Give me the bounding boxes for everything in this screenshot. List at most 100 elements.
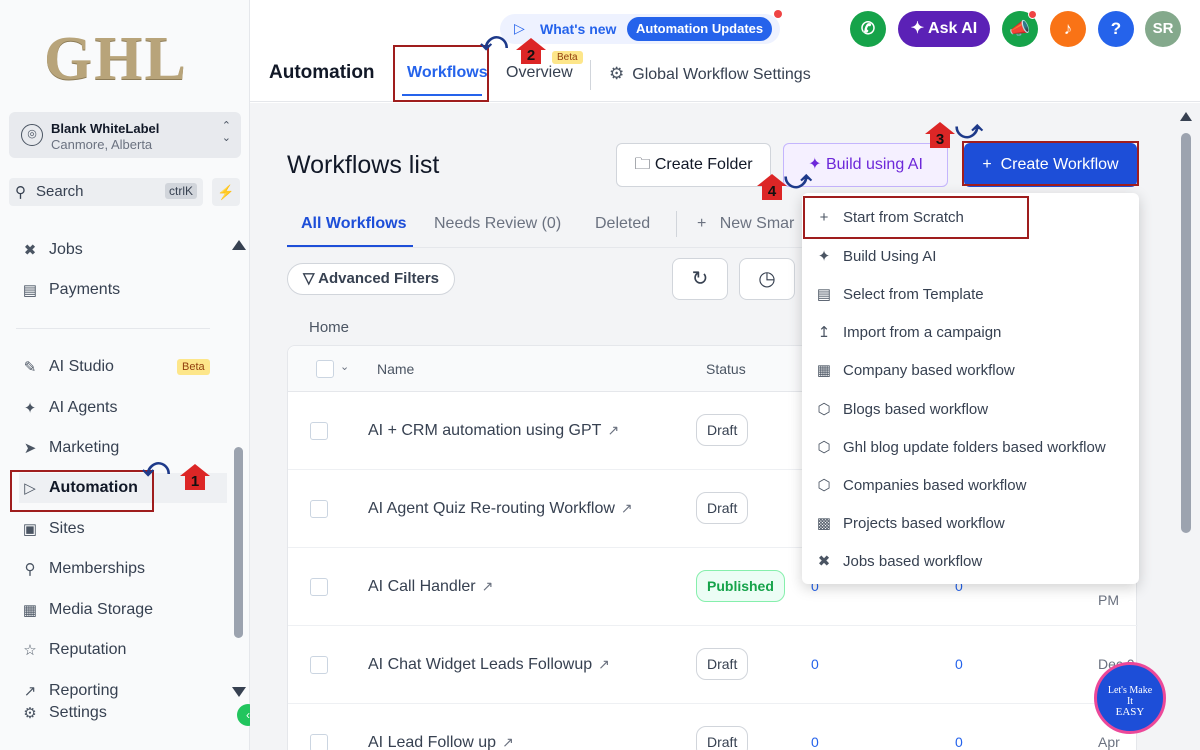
brand-logo[interactable]: GHL	[44, 24, 188, 95]
menu-item-projects-based[interactable]: ▩ Projects based workflow	[802, 504, 1139, 542]
cube-icon: ⬡	[817, 477, 831, 494]
create-folder-button[interactable]: 🗀 Create Folder	[616, 143, 771, 187]
sidebar-item-settings[interactable]: ⚙ Settings	[19, 698, 227, 728]
select-all-checkbox[interactable]	[316, 360, 334, 378]
step-number: 4	[762, 184, 782, 200]
breadcrumb-home[interactable]: Home	[309, 319, 349, 336]
highlight-automation	[10, 470, 154, 512]
account-switcher[interactable]: ◎ Blank WhiteLabel Canmore, Alberta ⌃ ⌄	[9, 112, 241, 158]
column-header-name[interactable]: Name	[377, 361, 414, 377]
building-icon: ▦	[816, 362, 832, 379]
advanced-filters-button[interactable]: ▽ Advanced Filters	[287, 263, 455, 295]
main-scrollbar[interactable]	[1181, 133, 1191, 533]
row-checkbox[interactable]	[310, 422, 328, 440]
search-icon: ⚲	[15, 184, 26, 201]
workflow-name[interactable]: AI Chat Widget Leads Followup ↗	[368, 656, 610, 674]
menu-item-select-from-template[interactable]: ▤ Select from Template	[802, 275, 1139, 313]
workflow-name-text: AI Agent Quiz Re-routing Workflow	[368, 500, 615, 517]
notification-dot	[1028, 10, 1037, 19]
menu-item-blogs-based[interactable]: ⬡ Blogs based workflow	[802, 390, 1139, 428]
sidebar-item-memberships[interactable]: ⚲ Memberships	[19, 554, 227, 584]
quick-action-bolt-icon[interactable]: ⚡	[212, 178, 240, 206]
main-scroll-up[interactable]	[1180, 112, 1192, 121]
sidebar-item-media-storage[interactable]: ▦ Media Storage	[19, 595, 227, 625]
workflow-name[interactable]: AI Lead Follow up ↗	[368, 734, 514, 750]
sidebar-item-sites[interactable]: ▣ Sites	[19, 514, 227, 544]
menu-item-import-from-campaign[interactable]: ↥ Import from a campaign	[802, 313, 1139, 351]
clock-icon[interactable]: ◷	[739, 258, 795, 300]
menu-item-label: Companies based workflow	[843, 476, 1027, 494]
sidebar-item-label: Media Storage	[49, 601, 154, 618]
chevron-down-icon[interactable]: ⌄	[340, 360, 349, 373]
global-settings-label: Global Workflow Settings	[632, 66, 811, 83]
menu-item-build-using-ai[interactable]: ✦ Build Using AI	[802, 237, 1139, 275]
row-checkbox[interactable]	[310, 734, 328, 750]
whats-new-label: What's new	[540, 21, 617, 37]
workflow-name[interactable]: AI Agent Quiz Re-routing Workflow ↗	[368, 500, 633, 518]
global-workflow-settings-link[interactable]: ⚙ Global Workflow Settings	[609, 64, 811, 84]
menu-item-jobs-based[interactable]: ✖ Jobs based workflow	[802, 542, 1139, 580]
sidebar-item-ai-agents[interactable]: ✦ AI Agents	[19, 393, 227, 423]
notification-dot	[774, 10, 782, 18]
workflow-name[interactable]: AI + CRM automation using GPT ↗	[368, 422, 619, 440]
sidebar-item-label: Marketing	[49, 439, 120, 456]
enrolled-count[interactable]: 0	[811, 734, 819, 750]
row-checkbox[interactable]	[310, 656, 328, 674]
new-smart-list-button[interactable]: + New Smar	[697, 215, 794, 233]
external-link-icon[interactable]: ↗	[598, 656, 610, 672]
advanced-filters-label: Advanced Filters	[318, 270, 440, 287]
menu-item-companies-based[interactable]: ⬡ Companies based workflow	[802, 466, 1139, 504]
tab-overview[interactable]: Overview	[506, 64, 573, 82]
status-badge: Draft	[696, 648, 749, 680]
enrolled-count[interactable]: 0	[811, 656, 819, 672]
step-marker-1: 1	[180, 464, 210, 490]
curved-arrow-icon: ⤺	[480, 26, 508, 56]
play-circle-icon: ▷	[514, 20, 525, 36]
highlight-workflows-tab	[393, 45, 489, 102]
table-row[interactable]: AI Lead Follow up ↗ Draft 0 0 Apr 23	[288, 704, 1138, 750]
sidebar-scroll-up[interactable]	[232, 240, 246, 250]
tab-needs-review[interactable]: Needs Review (0)	[434, 215, 561, 233]
table-row[interactable]: AI Chat Widget Leads Followup ↗ Draft 0 0…	[288, 626, 1138, 704]
sidebar-item-marketing[interactable]: ➤ Marketing	[19, 433, 227, 463]
sidebar-item-payments[interactable]: ▤ Payments	[19, 275, 227, 305]
location-icon: ◎	[21, 124, 43, 146]
memberships-icon: ⚲	[24, 561, 36, 578]
bell-icon[interactable]: ♪	[1050, 11, 1086, 47]
sites-icon: ▣	[22, 521, 38, 538]
history-icon[interactable]: ↻	[672, 258, 728, 300]
chevron-updown-icon: ⌃ ⌄	[221, 120, 231, 144]
external-link-icon[interactable]: ↗	[502, 734, 514, 750]
tab-all-workflows[interactable]: All Workflows	[301, 215, 407, 233]
step-number: 3	[930, 132, 950, 148]
row-checkbox[interactable]	[310, 578, 328, 596]
workflows-list-title: Workflows list	[287, 151, 440, 179]
user-avatar[interactable]: SR	[1145, 11, 1181, 47]
watermark-line: Let's Make	[1107, 685, 1153, 696]
sidebar-scrollbar[interactable]	[234, 447, 243, 638]
build-ai-label: Build using AI	[825, 156, 923, 173]
row-checkbox[interactable]	[310, 500, 328, 518]
sidebar-item-jobs[interactable]: ✖ Jobs	[19, 235, 227, 265]
search-input[interactable]: ⚲ Search ctrlK	[9, 178, 203, 206]
workflow-name[interactable]: AI Call Handler ↗	[368, 578, 493, 596]
filter-icon: ▽	[302, 270, 315, 287]
plus-icon: +	[697, 215, 707, 232]
external-link-icon[interactable]: ↗	[621, 500, 633, 516]
automation-updates-pill[interactable]: Automation Updates	[627, 17, 773, 41]
tab-deleted[interactable]: Deleted	[595, 215, 650, 233]
help-button[interactable]: ?	[1098, 11, 1134, 47]
sidebar-item-reputation[interactable]: ☆ Reputation	[19, 635, 227, 665]
active-count[interactable]: 0	[955, 734, 963, 750]
phone-icon[interactable]: ✆	[850, 11, 886, 47]
column-header-status[interactable]: Status	[706, 361, 746, 377]
sidebar-scroll-down[interactable]	[232, 687, 246, 697]
send-icon: ➤	[23, 440, 37, 457]
menu-item-company-based[interactable]: ▦ Company based workflow	[802, 351, 1139, 389]
ask-ai-button[interactable]: ✦ Ask AI	[898, 11, 990, 47]
external-link-icon[interactable]: ↗	[482, 578, 494, 594]
menu-item-ghl-blog-update[interactable]: ⬡ Ghl blog update folders based workflow	[802, 428, 1139, 466]
step-marker-4: 4	[757, 174, 787, 200]
external-link-icon[interactable]: ↗	[607, 422, 619, 438]
active-count[interactable]: 0	[955, 656, 963, 672]
